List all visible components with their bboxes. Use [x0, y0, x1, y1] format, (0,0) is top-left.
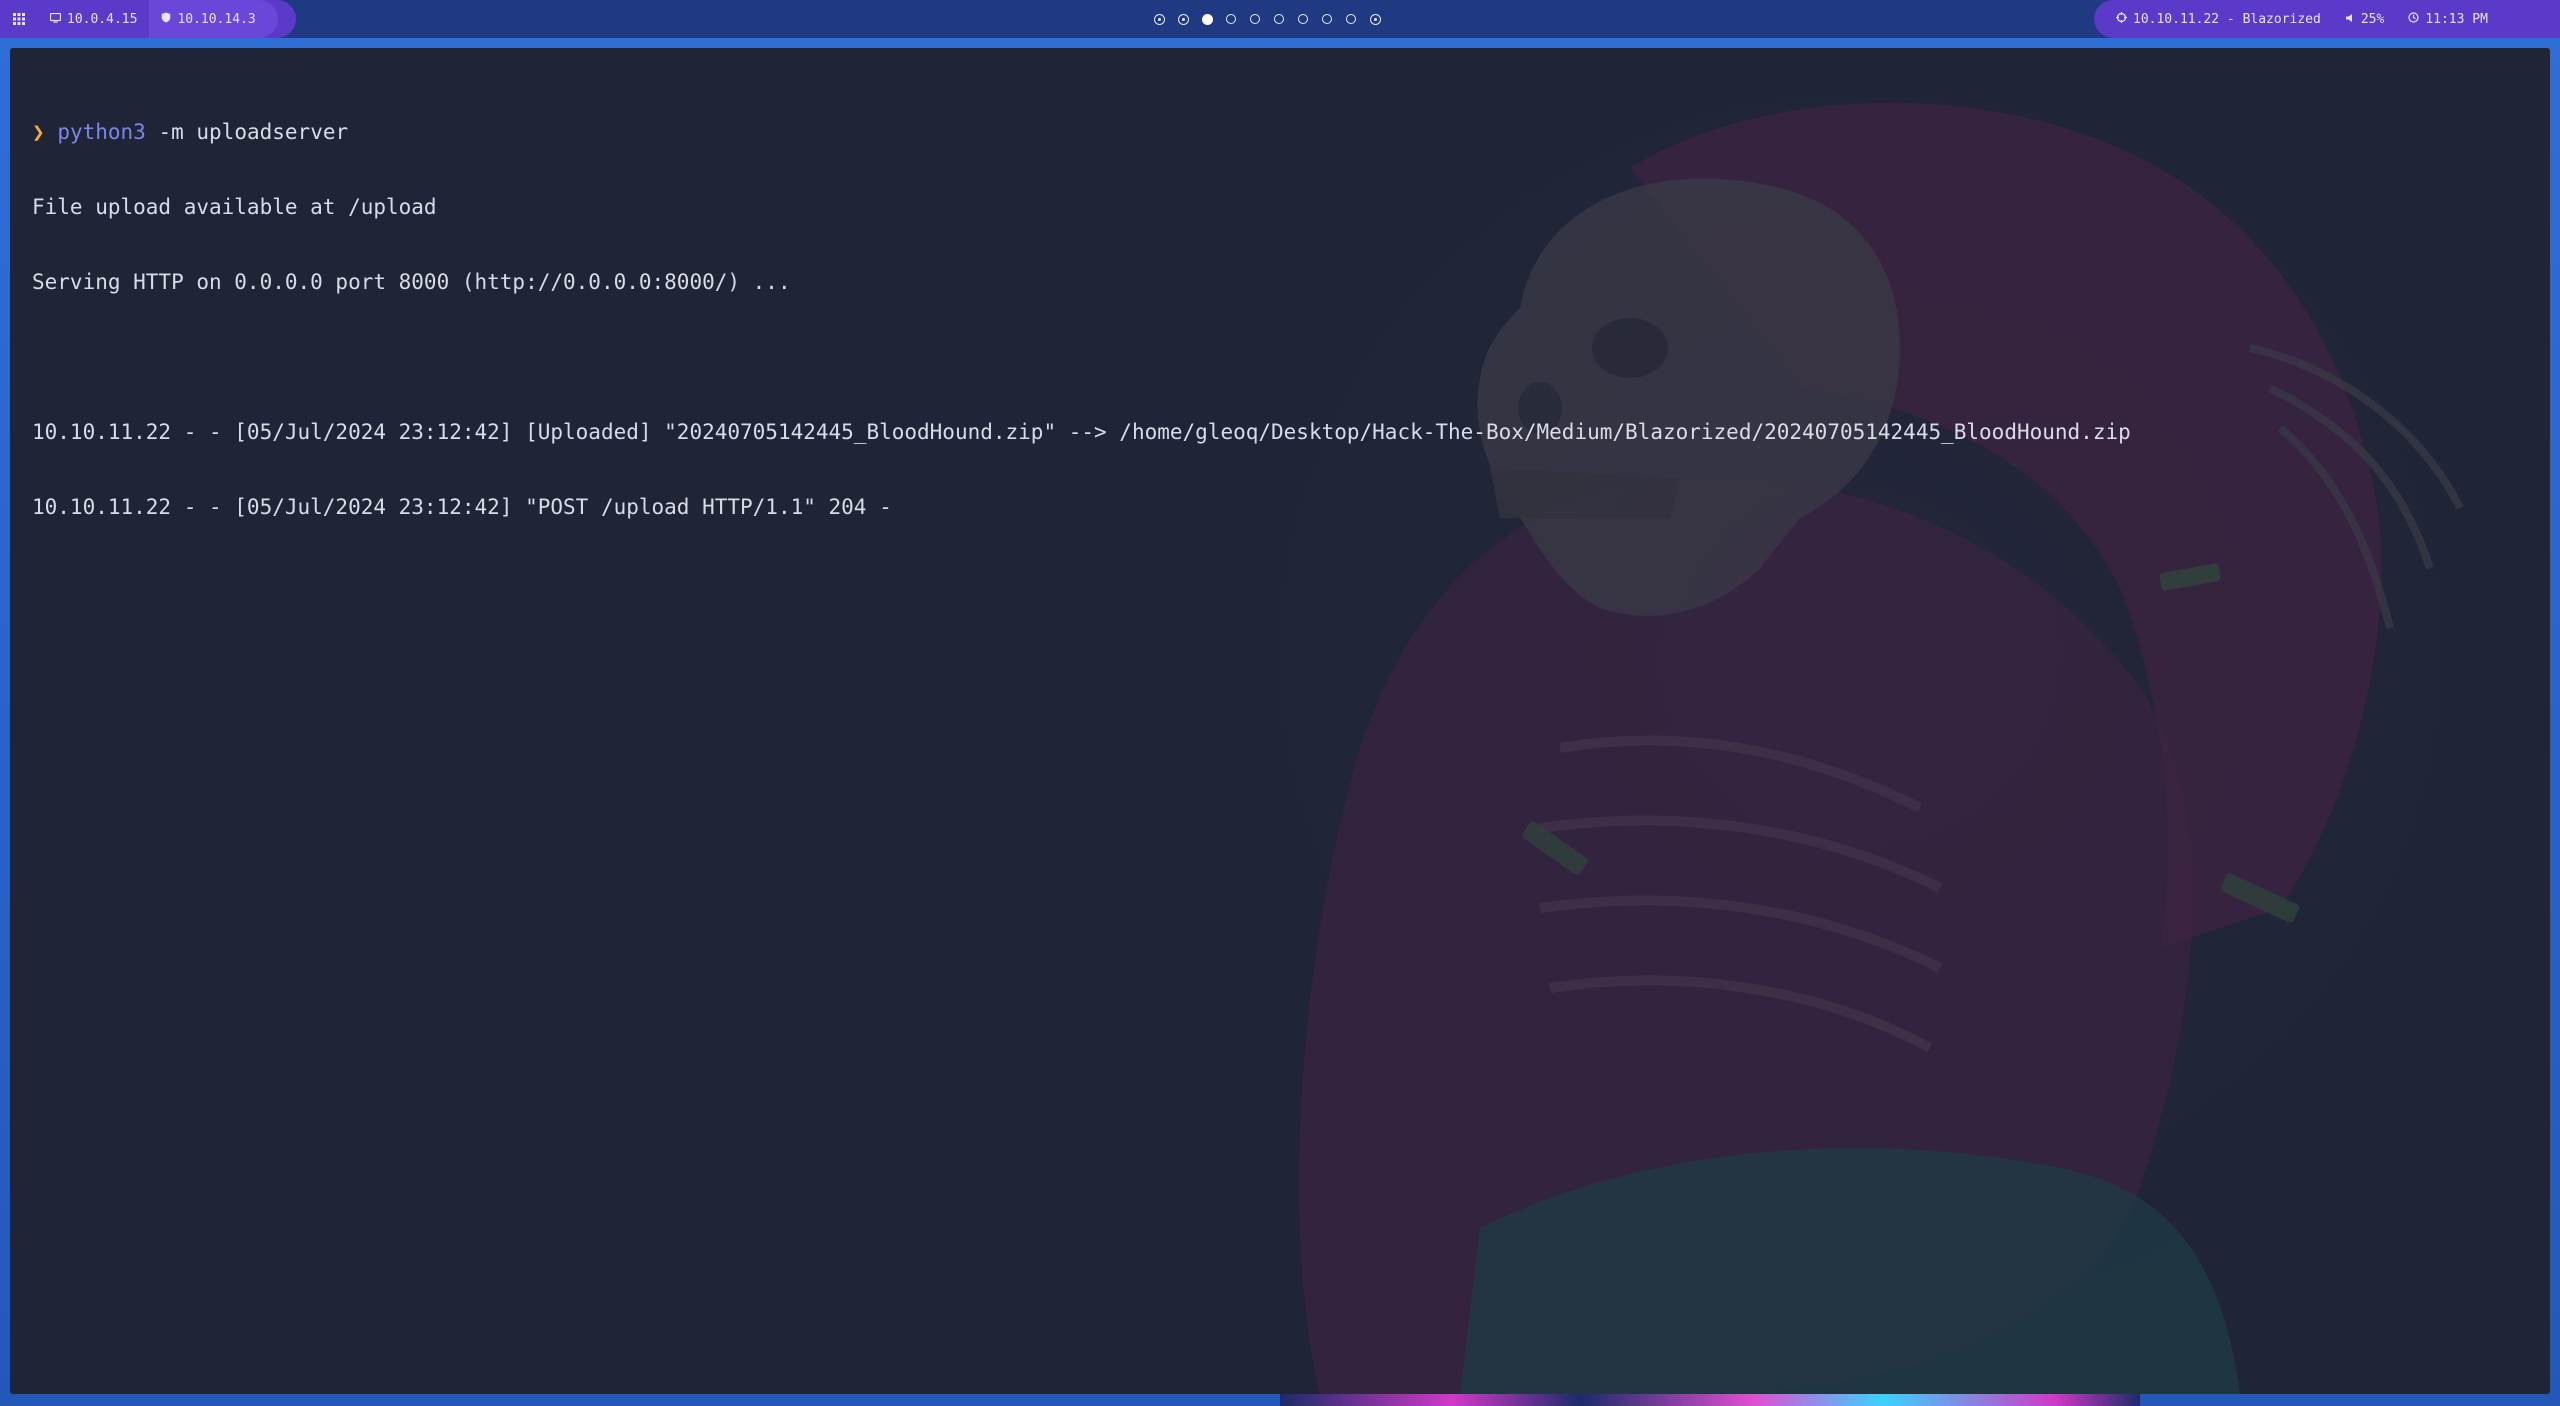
- clock-icon: [2408, 12, 2419, 26]
- workspace-empty-icon: [1226, 14, 1236, 24]
- vpn-ip-text: 10.10.14.3: [177, 11, 256, 27]
- workspace-empty-icon: [1274, 14, 1284, 24]
- local-ip-chip[interactable]: 10.0.4.15: [38, 0, 149, 38]
- target-chip[interactable]: 10.10.11.22 - Blazorized: [2094, 0, 2333, 38]
- workspace-1[interactable]: [1152, 12, 1166, 26]
- terminal-output: ❯ python3 -m uploadserver File upload av…: [32, 70, 2131, 570]
- grid-menu-icon[interactable]: [0, 0, 38, 38]
- monitor-icon: [49, 12, 62, 26]
- vpn-ip-chip[interactable]: 10.10.14.3: [149, 0, 278, 38]
- speaker-icon: [2345, 13, 2355, 26]
- clock-chip[interactable]: 11:13 PM: [2396, 0, 2500, 38]
- local-ip-text: 10.0.4.15: [67, 11, 138, 27]
- workspace-6[interactable]: [1272, 12, 1286, 26]
- volume-chip[interactable]: 25%: [2333, 0, 2396, 38]
- output-line: File upload available at /upload: [32, 195, 437, 219]
- workspace-occupied-icon: [1177, 13, 1189, 25]
- target-icon: [2116, 12, 2127, 26]
- clock-text: 11:13 PM: [2425, 11, 2488, 27]
- workspace-empty-icon: [1322, 14, 1332, 24]
- command-name: python3: [57, 120, 146, 144]
- workspace-4[interactable]: [1224, 12, 1238, 26]
- terminal-window[interactable]: ❯ python3 -m uploadserver File upload av…: [10, 48, 2550, 1394]
- workspace-switcher: [1152, 0, 1382, 38]
- workspace-8[interactable]: [1320, 12, 1334, 26]
- grid-menu-icon-glyph: [13, 13, 25, 25]
- top-bar: 10.0.4.15 10.10.14.3 10.10.11.22 - Blazo…: [0, 0, 2560, 38]
- workspace-9[interactable]: [1344, 12, 1358, 26]
- output-line: 10.10.11.22 - - [05/Jul/2024 23:12:42] […: [32, 420, 2131, 444]
- workspace-5[interactable]: [1248, 12, 1262, 26]
- workspace-10[interactable]: [1368, 12, 1382, 26]
- command-line: ❯ python3 -m uploadserver: [32, 120, 2131, 145]
- workspace-7[interactable]: [1296, 12, 1310, 26]
- volume-text: 25%: [2360, 11, 2385, 27]
- workspace-empty-icon: [1250, 14, 1260, 24]
- prompt-symbol: ❯: [32, 120, 45, 144]
- workspace-empty-icon: [1346, 14, 1356, 24]
- workspace-2[interactable]: [1176, 12, 1190, 26]
- command-args: -m uploadserver: [145, 120, 349, 144]
- left-status-pill: 10.0.4.15 10.10.14.3: [0, 0, 296, 38]
- target-text: 10.10.11.22 - Blazorized: [2133, 11, 2321, 27]
- output-line: 10.10.11.22 - - [05/Jul/2024 23:12:42] "…: [32, 495, 892, 519]
- workspace-empty-icon: [1298, 14, 1308, 24]
- workspace-3[interactable]: [1200, 12, 1214, 26]
- output-line: Serving HTTP on 0.0.0.0 port 8000 (http:…: [32, 270, 791, 294]
- shield-icon: [161, 12, 171, 26]
- workspace-occupied-icon: [1153, 13, 1165, 25]
- workspace-occupied-icon: [1369, 13, 1381, 25]
- right-status-pill: 10.10.11.22 - Blazorized 25% 11:13 PM: [2094, 0, 2560, 38]
- wallpaper-strip: [1280, 1394, 2140, 1406]
- workspace-active-icon: [1201, 13, 1213, 25]
- desktop: 10.0.4.15 10.10.14.3 10.10.11.22 - Blazo…: [0, 0, 2560, 1406]
